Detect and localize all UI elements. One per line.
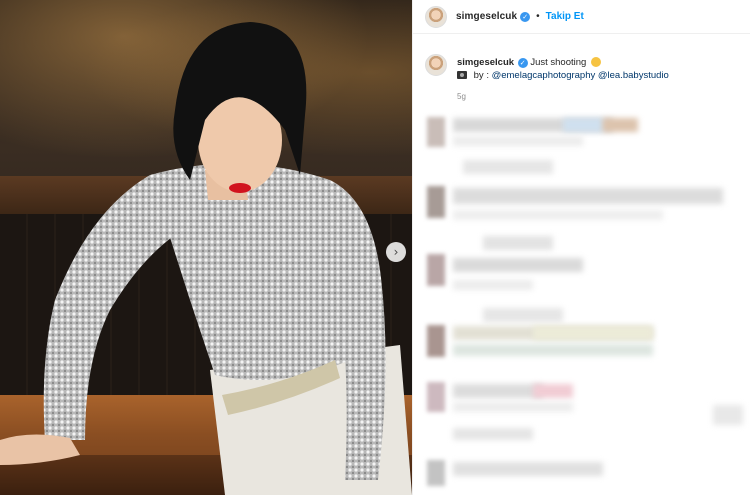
comment-avatar-blurred [427, 460, 445, 486]
credits-prefix: by : [473, 70, 492, 81]
comment-blurred [453, 280, 533, 290]
comment-blurred [713, 405, 743, 425]
comment-blurred [533, 326, 653, 340]
comment-avatar-blurred [427, 254, 445, 286]
woman-figure [0, 22, 412, 495]
post-sidebar: simgeselcuk ✓ • Takip Et simgeselcuk ✓ J… [412, 0, 750, 495]
header-separator: • [536, 11, 540, 22]
caption-avatar[interactable] [425, 54, 447, 76]
verified-badge-icon: ✓ [520, 11, 531, 22]
post-photo[interactable]: › [0, 0, 412, 495]
comment-blurred [483, 308, 563, 322]
comment-blurred [453, 258, 583, 272]
comment-blurred [453, 384, 543, 398]
post-time: 5g [457, 92, 466, 101]
comment-blurred [533, 384, 573, 398]
comment-avatar-blurred [427, 117, 445, 147]
chevron-right-icon: › [393, 245, 399, 259]
comment-blurred [453, 402, 573, 412]
comment-avatar-blurred [427, 325, 445, 357]
comment-blurred [453, 188, 723, 204]
avatar[interactable] [425, 5, 447, 28]
verified-badge-icon: ✓ [517, 58, 528, 68]
comment-blurred [483, 236, 553, 250]
post-header: simgeselcuk ✓ • Takip Et [413, 0, 750, 34]
comment-blurred [453, 136, 583, 146]
camera-emoji-icon [457, 71, 467, 79]
comment-avatar-blurred [427, 186, 445, 218]
comment-blurred [563, 118, 603, 132]
mention-link[interactable]: @lea.babystudio [598, 70, 669, 81]
comment-blurred [453, 344, 653, 356]
mention-link[interactable]: @emelagcaphotography [492, 70, 596, 81]
comment-blurred [603, 118, 638, 132]
comment-avatar-blurred [427, 382, 445, 412]
follow-button[interactable]: Takip Et [546, 11, 584, 22]
header-username[interactable]: simgeselcuk [456, 11, 517, 22]
comment-blurred [453, 428, 533, 440]
comment-blurred [463, 160, 553, 174]
caption-username[interactable]: simgeselcuk [457, 57, 514, 68]
next-photo-button[interactable]: › [386, 242, 406, 262]
comment-blurred [453, 210, 663, 220]
comment-blurred [453, 462, 603, 476]
smile-emoji-icon [590, 57, 601, 67]
caption-text: Just shooting [530, 57, 587, 68]
